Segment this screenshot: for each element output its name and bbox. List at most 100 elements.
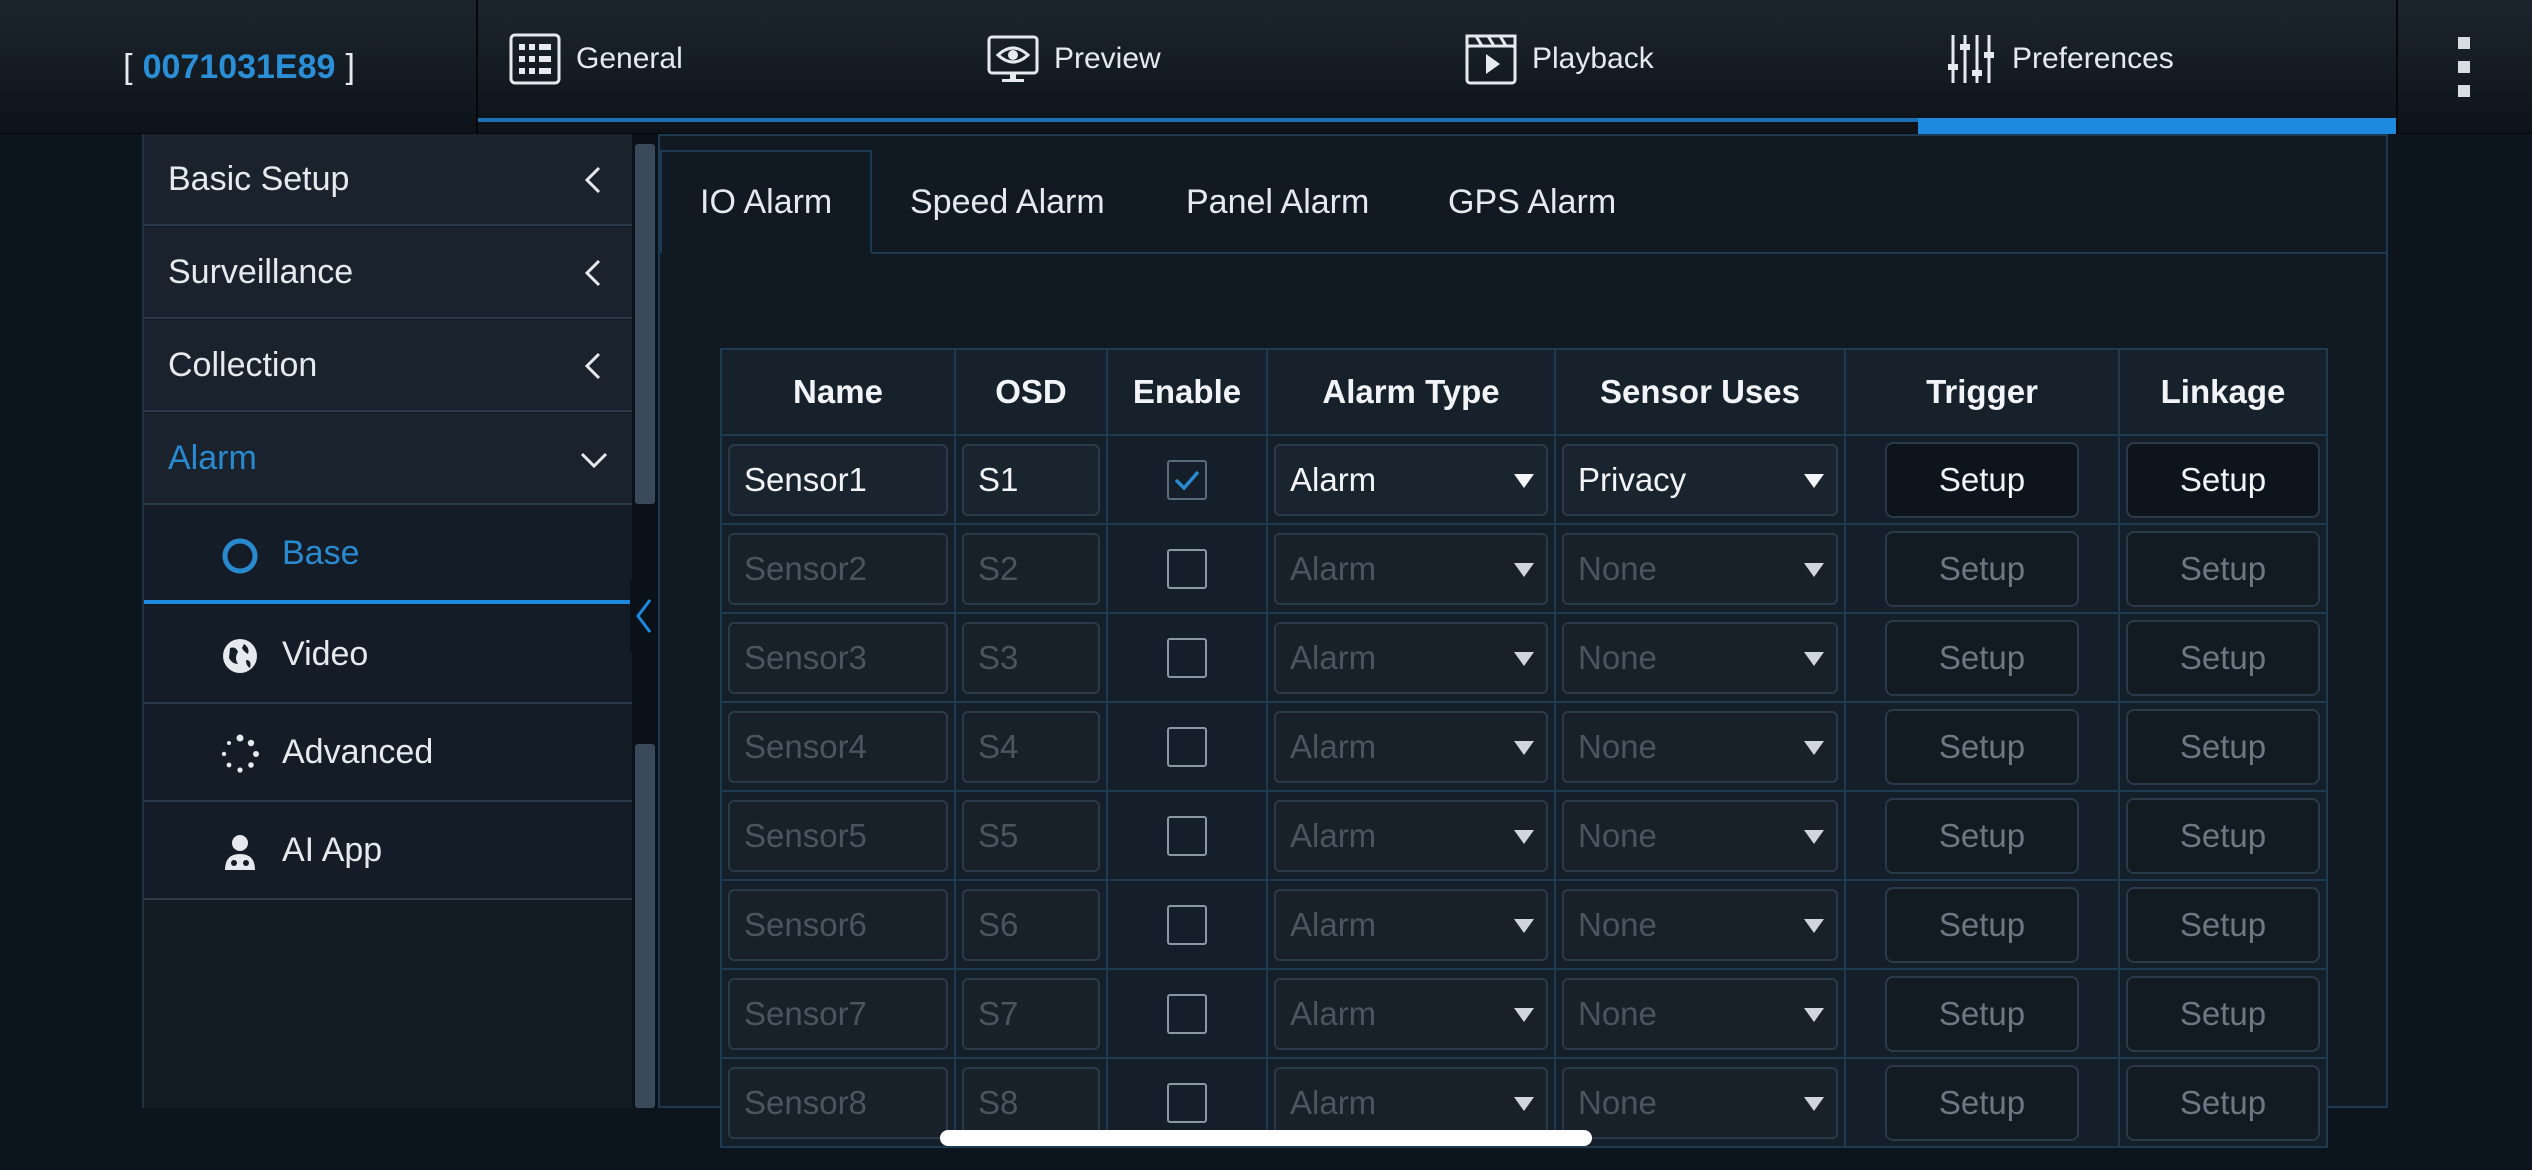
- column-header-osd: OSD: [954, 348, 1108, 436]
- linkage-setup-button[interactable]: Setup: [2126, 975, 2320, 1052]
- more-menu-button[interactable]: [2396, 0, 2532, 134]
- linkage-setup-button[interactable]: Setup: [2126, 441, 2320, 518]
- trigger-setup-button[interactable]: Setup: [1885, 708, 2079, 785]
- sensor-name-input[interactable]: Sensor3: [728, 621, 948, 694]
- tab-general[interactable]: General: [508, 0, 683, 118]
- alarm-type-select[interactable]: Alarm: [1274, 977, 1548, 1050]
- linkage-setup-button[interactable]: Setup: [2126, 886, 2320, 963]
- linkage-setup-button[interactable]: Setup: [2126, 708, 2320, 785]
- sensor-name-input[interactable]: Sensor6: [728, 888, 948, 961]
- alarm-type-select[interactable]: Alarm: [1274, 799, 1548, 872]
- sidebar-subitem-video[interactable]: Video: [144, 606, 634, 704]
- tab-label: General: [576, 42, 683, 75]
- enable-checkbox[interactable]: [1167, 993, 1207, 1034]
- tab-io-alarm[interactable]: IO Alarm: [660, 150, 873, 254]
- tab-panel-alarm[interactable]: Panel Alarm: [1186, 150, 1369, 254]
- cell-name: Sensor2: [720, 523, 956, 614]
- cell-trigger: Setup: [1844, 434, 2120, 525]
- sidebar-item-surveillance[interactable]: Surveillance: [144, 227, 634, 319]
- osd-input[interactable]: S6: [962, 888, 1100, 961]
- linkage-setup-button[interactable]: Setup: [2126, 797, 2320, 874]
- cell-enable: [1106, 790, 1268, 881]
- cell-trigger: Setup: [1844, 523, 2120, 614]
- linkage-setup-button[interactable]: Setup: [2126, 1064, 2320, 1141]
- caret-down-icon: [1804, 829, 1824, 844]
- enable-checkbox[interactable]: [1167, 548, 1207, 589]
- enable-checkbox[interactable]: [1167, 904, 1207, 945]
- cell-trigger: Setup: [1844, 1057, 2120, 1148]
- alarm-type-select[interactable]: Alarm: [1274, 710, 1548, 783]
- table-row: Sensor4 S4 Alarm None Setup Setup: [720, 701, 2328, 792]
- sensor-uses-select[interactable]: None: [1562, 1066, 1838, 1139]
- chevron-down-icon: [580, 452, 608, 469]
- osd-input[interactable]: S5: [962, 799, 1100, 872]
- sidebar-item-basic-setup[interactable]: Basic Setup: [144, 134, 634, 226]
- caret-down-icon: [1514, 918, 1534, 933]
- tab-preview[interactable]: Preview: [986, 0, 1161, 118]
- alarm-type-select[interactable]: Alarm: [1274, 532, 1548, 605]
- trigger-setup-button[interactable]: Setup: [1885, 975, 2079, 1052]
- tab-gps-alarm[interactable]: GPS Alarm: [1448, 150, 1616, 254]
- cell-name: Sensor8: [720, 1057, 956, 1148]
- sidebar-item-alarm[interactable]: Alarm: [144, 413, 634, 505]
- sensor-uses-select[interactable]: Privacy: [1562, 443, 1838, 516]
- linkage-setup-button[interactable]: Setup: [2126, 530, 2320, 607]
- tab-preferences[interactable]: Preferences: [1944, 0, 2174, 118]
- globe-icon: [223, 639, 257, 673]
- sensor-uses-select[interactable]: None: [1562, 532, 1838, 605]
- trigger-setup-button[interactable]: Setup: [1885, 1064, 2079, 1141]
- cell-linkage: Setup: [2118, 968, 2328, 1059]
- sensor-uses-select[interactable]: None: [1562, 710, 1838, 783]
- sensor-name-input[interactable]: Sensor1: [728, 443, 948, 516]
- alarm-type-select[interactable]: Alarm: [1274, 621, 1548, 694]
- trigger-setup-button[interactable]: Setup: [1885, 441, 2079, 518]
- osd-input[interactable]: S2: [962, 532, 1100, 605]
- clapper-play-icon: [1465, 34, 1517, 85]
- sidebar-subitem-advanced[interactable]: Advanced: [144, 704, 634, 802]
- device-id-label: [ 0071031E89 ]: [0, 0, 478, 134]
- sensor-uses-select[interactable]: None: [1562, 621, 1838, 694]
- select-value: Alarm: [1290, 549, 1377, 587]
- cell-alarm-type: Alarm: [1266, 434, 1556, 525]
- sensor-name-input[interactable]: Sensor4: [728, 710, 948, 783]
- trigger-setup-button[interactable]: Setup: [1885, 797, 2079, 874]
- enable-checkbox[interactable]: [1167, 815, 1207, 856]
- top-bar: [ 0071031E89 ] General Preview Playback: [0, 0, 2532, 134]
- trigger-setup-button[interactable]: Setup: [1885, 530, 2079, 607]
- enable-checkbox[interactable]: [1167, 726, 1207, 767]
- collapse-sidebar-icon[interactable]: [630, 580, 658, 652]
- sensor-uses-select[interactable]: None: [1562, 977, 1838, 1050]
- sensor-name-input[interactable]: Sensor7: [728, 977, 948, 1050]
- trigger-setup-button[interactable]: Setup: [1885, 886, 2079, 963]
- alarm-type-select[interactable]: Alarm: [1274, 1066, 1548, 1139]
- osd-input[interactable]: S8: [962, 1066, 1100, 1139]
- osd-input[interactable]: S3: [962, 621, 1100, 694]
- enable-checkbox[interactable]: [1167, 1082, 1207, 1123]
- alarm-type-select[interactable]: Alarm: [1274, 888, 1548, 961]
- sidebar-subitem-label: Base: [282, 533, 360, 572]
- osd-input[interactable]: S7: [962, 977, 1100, 1050]
- cell-trigger: Setup: [1844, 790, 2120, 881]
- sensor-name-input[interactable]: Sensor2: [728, 532, 948, 605]
- enable-checkbox[interactable]: [1167, 637, 1207, 678]
- trigger-setup-button[interactable]: Setup: [1885, 619, 2079, 696]
- sensor-uses-select[interactable]: None: [1562, 799, 1838, 872]
- sensor-name-input[interactable]: Sensor5: [728, 799, 948, 872]
- table-row: Sensor1 S1 Alarm Privacy Setup Setup: [720, 434, 2328, 525]
- caret-down-icon: [1804, 918, 1824, 933]
- sidebar-subitem-base[interactable]: Base: [144, 506, 634, 604]
- sensor-name-input[interactable]: Sensor8: [728, 1066, 948, 1139]
- tab-speed-alarm[interactable]: Speed Alarm: [910, 150, 1105, 254]
- sidebar-subitem-ai-app[interactable]: AI App: [144, 802, 634, 900]
- osd-input[interactable]: S4: [962, 710, 1100, 783]
- sidebar-item-collection[interactable]: Collection: [144, 320, 634, 412]
- table-body: Sensor1 S1 Alarm Privacy Setup Setup Sensor2 S2…: [720, 434, 2328, 1148]
- enable-checkbox[interactable]: [1167, 459, 1207, 500]
- osd-input[interactable]: S1: [962, 443, 1100, 516]
- alarm-type-select[interactable]: Alarm: [1274, 443, 1548, 516]
- select-value: None: [1578, 549, 1657, 587]
- sensor-uses-select[interactable]: None: [1562, 888, 1838, 961]
- scrollbar-thumb[interactable]: [635, 144, 655, 504]
- tab-playback[interactable]: Playback: [1464, 0, 1654, 118]
- linkage-setup-button[interactable]: Setup: [2126, 619, 2320, 696]
